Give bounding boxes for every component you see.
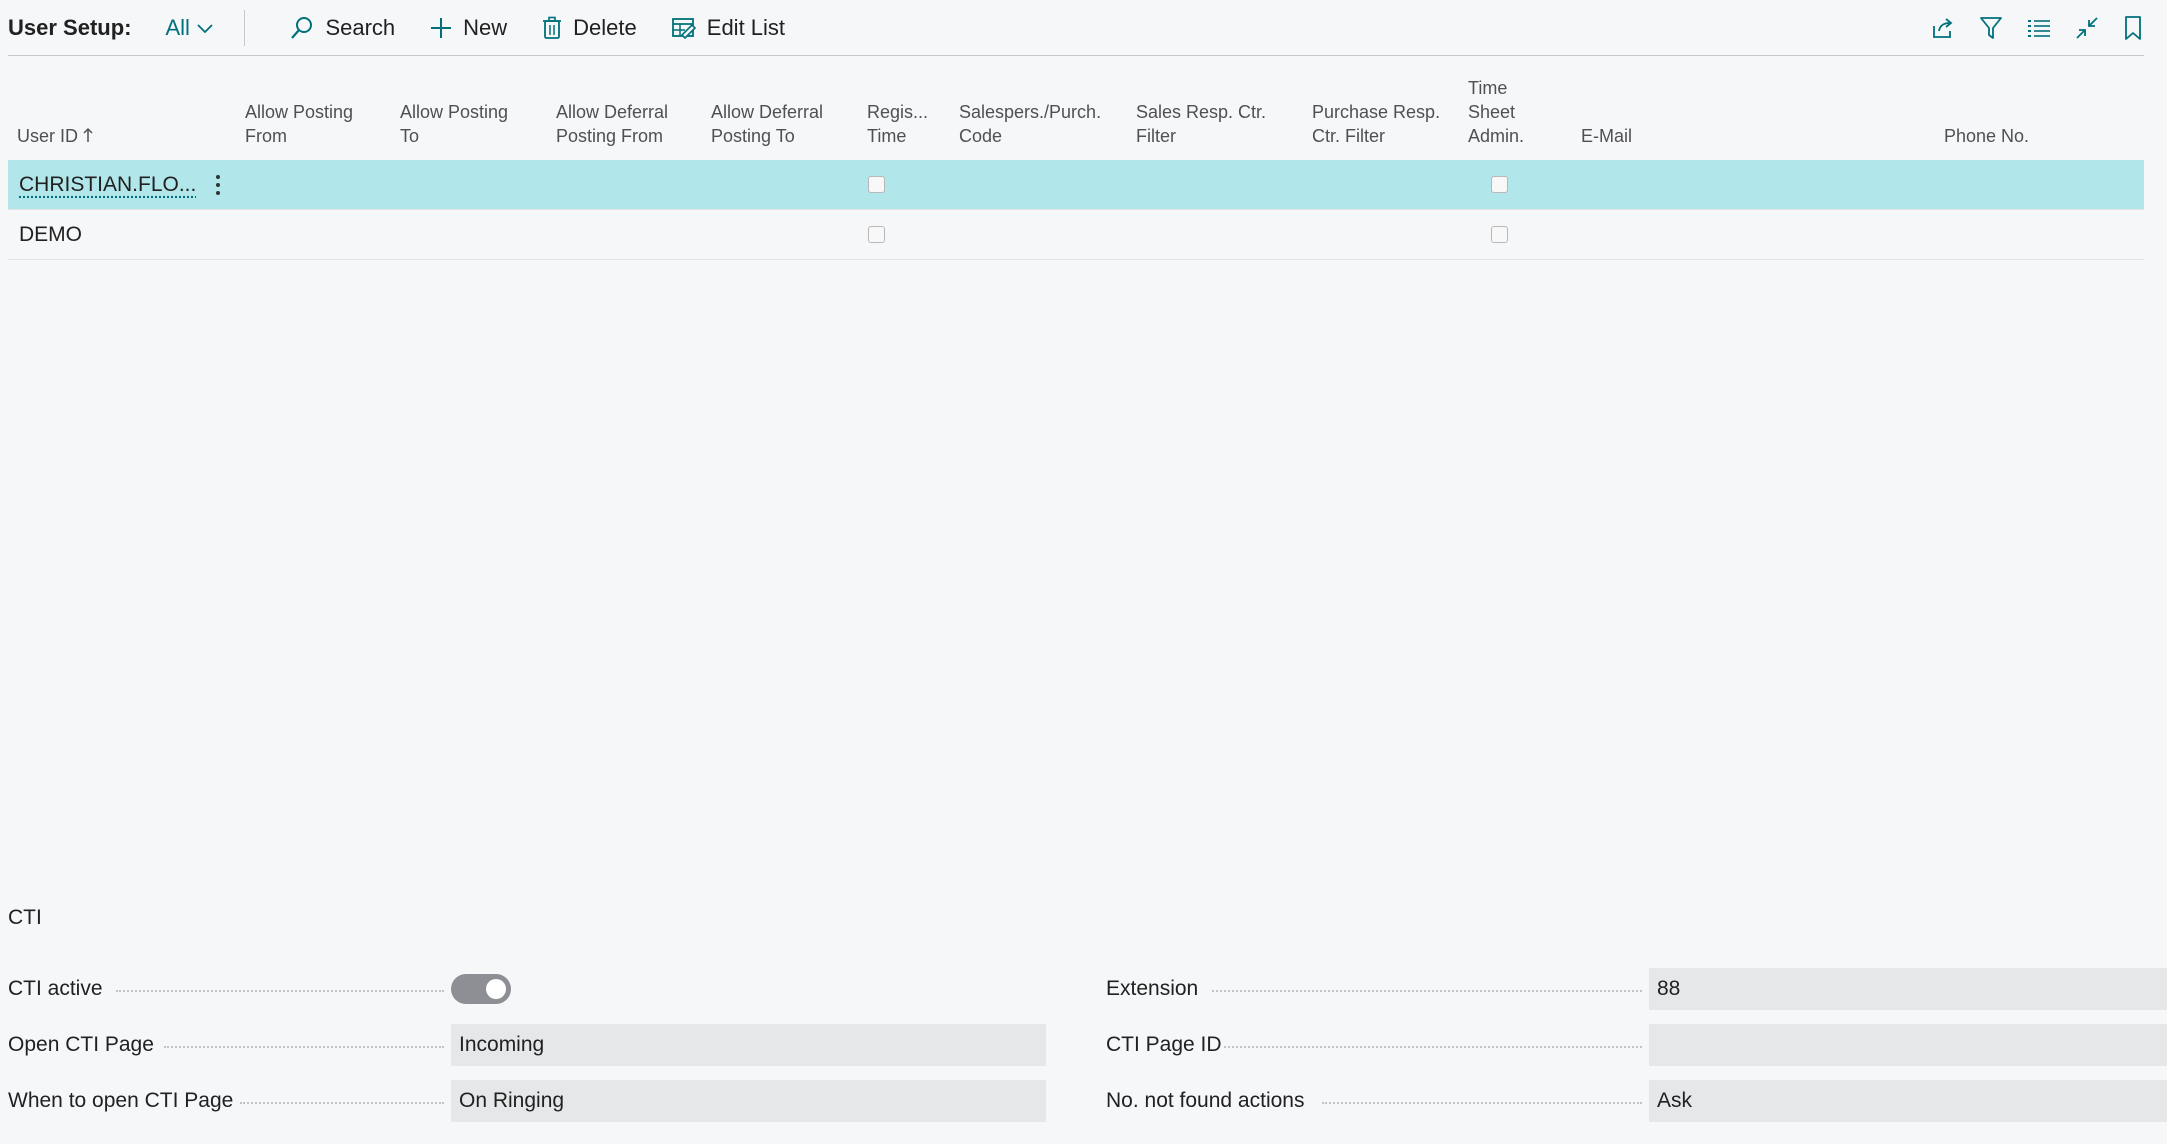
user-id-cell[interactable]: DEMO xyxy=(19,223,82,247)
cti-active-label: CTI active xyxy=(8,977,103,1000)
column-header-salespers-code[interactable]: Salespers./Purch. Code xyxy=(959,100,1101,148)
filter-icon xyxy=(1980,16,2002,39)
more-dot-icon xyxy=(216,183,220,187)
more-dot-icon xyxy=(216,175,220,179)
new-button-label: New xyxy=(463,14,508,40)
open-cti-page-field: Open CTI Page Incoming xyxy=(8,1024,1048,1066)
grid-header: User ID Allow Posting From Allow Posting… xyxy=(8,72,2144,160)
page-title: User Setup: xyxy=(8,14,132,40)
when-to-open-select[interactable]: On Ringing xyxy=(451,1080,1046,1122)
column-header-allow-deferral-from[interactable]: Allow Deferral Posting From xyxy=(556,100,668,148)
label-leader-dots xyxy=(116,990,444,992)
no-not-found-field: No. not found actions Ask xyxy=(1106,1080,2167,1122)
collapse-button[interactable] xyxy=(2074,15,2100,41)
column-header-time-sheet-admin[interactable]: Time Sheet Admin. xyxy=(1468,76,1524,148)
cti-active-field: CTI active xyxy=(8,968,1048,1010)
sort-ascending-icon xyxy=(83,127,93,142)
search-icon xyxy=(291,16,313,39)
toolbar-right-actions xyxy=(1908,15,2144,41)
row-actions-menu[interactable] xyxy=(208,170,228,200)
chevron-down-icon xyxy=(197,23,213,33)
delete-button-label: Delete xyxy=(573,14,637,40)
label-leader-dots xyxy=(1212,990,1642,992)
trash-icon xyxy=(543,16,562,39)
list-view-button[interactable] xyxy=(2026,16,2052,40)
toolbar-divider xyxy=(243,9,246,46)
register-time-checkbox[interactable] xyxy=(868,226,885,243)
toggle-knob xyxy=(486,979,506,999)
open-cti-page-select[interactable]: Incoming xyxy=(451,1024,1046,1066)
no-not-found-label: No. not found actions xyxy=(1106,1089,1305,1112)
action-bar: User Setup: All Search New Delete Edit L… xyxy=(8,0,2144,56)
edit-list-button[interactable]: Edit List xyxy=(671,15,785,41)
table-row[interactable]: CHRISTIAN.FLO... xyxy=(8,160,2144,210)
extension-field: Extension 88 xyxy=(1106,968,2167,1010)
bookmark-icon xyxy=(2125,15,2141,40)
user-setup-list: User ID Allow Posting From Allow Posting… xyxy=(8,72,2144,260)
search-button-label: Search xyxy=(325,14,396,40)
column-header-user-id[interactable]: User ID xyxy=(17,124,93,148)
table-row[interactable]: DEMO xyxy=(8,210,2144,260)
view-selector-label: All xyxy=(165,14,190,40)
when-to-open-field: When to open CTI Page On Ringing xyxy=(8,1080,1048,1122)
extension-input[interactable]: 88 xyxy=(1649,968,2167,1010)
column-header-allow-posting-from[interactable]: Allow Posting From xyxy=(245,100,353,148)
cti-page-id-label: CTI Page ID xyxy=(1106,1033,1222,1056)
column-header-allow-deferral-to[interactable]: Allow Deferral Posting To xyxy=(711,100,823,148)
column-header-allow-posting-to[interactable]: Allow Posting To xyxy=(400,100,508,148)
column-header-label: User ID xyxy=(17,126,79,146)
view-selector[interactable]: All xyxy=(165,15,213,41)
share-icon xyxy=(1933,17,1953,38)
extension-label: Extension xyxy=(1106,977,1199,1000)
share-button[interactable] xyxy=(1930,16,1956,40)
register-time-checkbox[interactable] xyxy=(868,176,885,193)
delete-button[interactable]: Delete xyxy=(541,15,637,41)
time-sheet-admin-checkbox[interactable] xyxy=(1491,176,1508,193)
cti-active-toggle[interactable] xyxy=(451,974,511,1004)
user-id-link[interactable]: CHRISTIAN.FLO... xyxy=(19,173,196,197)
cti-page-id-input[interactable]: 5050 xyxy=(1649,1024,2167,1066)
more-dot-icon xyxy=(216,191,220,195)
filter-button[interactable] xyxy=(1978,15,2004,41)
column-header-phone[interactable]: Phone No. xyxy=(1944,124,2029,148)
column-header-purchase-resp-filter[interactable]: Purchase Resp. Ctr. Filter xyxy=(1312,100,1440,148)
column-header-email[interactable]: E-Mail xyxy=(1581,124,1632,148)
plus-icon xyxy=(431,17,452,38)
cti-group-title[interactable]: CTI xyxy=(8,906,42,930)
list-view-icon xyxy=(2028,19,2050,37)
bookmark-button[interactable] xyxy=(2122,15,2144,41)
no-not-found-select[interactable]: Ask xyxy=(1649,1080,2167,1122)
new-button[interactable]: New xyxy=(429,15,507,41)
collapse-icon xyxy=(2076,16,2098,39)
label-leader-dots xyxy=(164,1046,444,1048)
label-leader-dots xyxy=(1224,1046,1642,1048)
column-header-sales-resp-filter[interactable]: Sales Resp. Ctr. Filter xyxy=(1136,100,1266,148)
label-leader-dots xyxy=(1322,1102,1642,1104)
search-button[interactable]: Search xyxy=(289,15,395,41)
cti-page-id-field: CTI Page ID 5050 xyxy=(1106,1024,2167,1066)
label-leader-dots xyxy=(240,1102,444,1104)
edit-list-icon xyxy=(671,17,696,39)
edit-list-button-label: Edit List xyxy=(706,14,786,40)
when-to-open-label: When to open CTI Page xyxy=(8,1089,234,1112)
column-header-register-time[interactable]: Regis... Time xyxy=(867,100,928,148)
time-sheet-admin-checkbox[interactable] xyxy=(1491,226,1508,243)
open-cti-page-label: Open CTI Page xyxy=(8,1033,154,1056)
